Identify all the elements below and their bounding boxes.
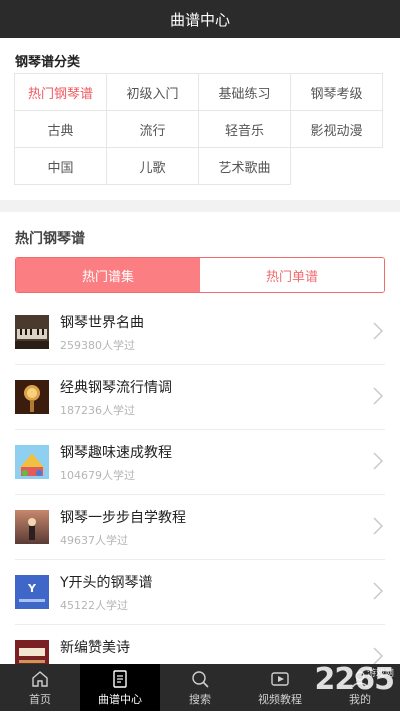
tab-label: 搜索: [189, 692, 211, 706]
list-item[interactable]: 钢琴世界名曲 259380人学过: [15, 300, 385, 365]
collection-title: 经典钢琴流行情调: [60, 380, 172, 396]
tab-home[interactable]: 首页: [0, 664, 80, 711]
list-item[interactable]: 钢琴一步步自学教程 49637人学过: [15, 495, 385, 560]
home-icon: [30, 669, 50, 691]
segment-control: 热门谱集 热门单谱: [15, 257, 385, 293]
tab-search[interactable]: 搜索: [160, 664, 240, 711]
top-bar: 曲谱中心: [0, 0, 400, 38]
category-title: 钢琴谱分类: [15, 55, 81, 70]
collection-thumbnail: Y: [15, 575, 49, 609]
list-item[interactable]: 经典钢琴流行情调 187236人学过: [15, 365, 385, 430]
tab-label: 曲谱中心: [98, 692, 142, 706]
svg-text:Y: Y: [27, 582, 37, 595]
hot-section: 热门钢琴谱 热门谱集 热门单谱 钢琴世界名曲 259380人学过经典钢琴流行情调 1…: [0, 212, 400, 664]
tab-label: 我的: [349, 692, 371, 706]
collection-title: 新编赞美诗: [60, 640, 130, 656]
collection-thumbnail: [15, 640, 49, 664]
tab-label: 首页: [29, 692, 51, 706]
learner-count: 259380人学过: [60, 339, 135, 352]
category-item[interactable]: 钢琴考级: [290, 73, 383, 111]
collection-thumbnail: [15, 315, 49, 349]
hot-title: 热门钢琴谱: [15, 231, 85, 247]
category-item[interactable]: 基础练习: [198, 73, 291, 111]
category-item[interactable]: 初级入门: [106, 73, 199, 111]
list-item[interactable]: Y Y开头的钢琴谱 45122人学过: [15, 560, 385, 625]
page-title: 曲谱中心: [169, 10, 230, 29]
collection-title: 钢琴一步步自学教程: [60, 510, 186, 526]
category-item[interactable]: 儿歌: [106, 147, 199, 185]
chevron-right-icon: [373, 517, 384, 535]
category-item[interactable]: 艺术歌曲: [198, 147, 291, 185]
collection-title: Y开头的钢琴谱: [60, 575, 153, 591]
score-icon: [110, 669, 130, 691]
user-icon: [350, 669, 370, 691]
learner-count: 45122人学过: [60, 599, 128, 612]
category-item[interactable]: 热门钢琴谱: [14, 73, 107, 111]
tab-label: 视频教程: [258, 692, 302, 706]
bottom-tab-bar: 首页 曲谱中心 搜索 视频教程 我的: [0, 664, 400, 711]
learner-count: 187236人学过: [60, 404, 135, 417]
list-item[interactable]: 新编赞美诗: [15, 625, 385, 664]
collection-thumbnail: [15, 445, 49, 479]
chevron-right-icon: [373, 322, 384, 340]
category-item[interactable]: 轻音乐: [198, 110, 291, 148]
collection-title: 钢琴趣味速成教程: [60, 445, 172, 461]
tab-video[interactable]: 视频教程: [240, 664, 320, 711]
category-section: 钢琴谱分类 热门钢琴谱 初级入门 基础练习 钢琴考级古典 流行 轻音乐 影视动漫中国 儿歌 艺术…: [0, 38, 400, 200]
tab-hot-singles[interactable]: 热门单谱: [200, 258, 384, 292]
tab-score[interactable]: 曲谱中心: [80, 664, 160, 711]
learner-count: 104679人学过: [60, 469, 135, 482]
tab-hot-collections[interactable]: 热门谱集: [16, 258, 200, 292]
score-list: 钢琴世界名曲 259380人学过经典钢琴流行情调 187236人学过钢琴趣味速成教程…: [0, 300, 400, 664]
tab-user[interactable]: 我的: [320, 664, 400, 711]
chevron-right-icon: [373, 582, 384, 600]
category-item[interactable]: 古典: [14, 110, 107, 148]
chevron-right-icon: [373, 452, 384, 470]
collection-title: 钢琴世界名曲: [60, 315, 144, 331]
collection-thumbnail: [15, 380, 49, 414]
chevron-right-icon: [373, 387, 384, 405]
chevron-right-icon: [373, 647, 384, 664]
category-item[interactable]: 流行: [106, 110, 199, 148]
category-item[interactable]: 中国: [14, 147, 107, 185]
video-icon: [270, 669, 290, 691]
category-item[interactable]: 影视动漫: [290, 110, 383, 148]
search-icon: [190, 669, 210, 691]
learner-count: 49637人学过: [60, 534, 128, 547]
collection-thumbnail: [15, 510, 49, 544]
list-item[interactable]: 钢琴趣味速成教程 104679人学过: [15, 430, 385, 495]
